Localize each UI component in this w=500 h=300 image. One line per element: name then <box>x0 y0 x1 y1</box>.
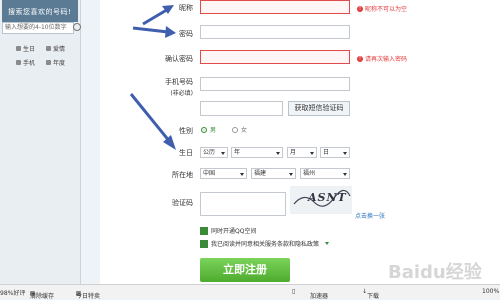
search-icon[interactable] <box>73 23 81 31</box>
sidebar-item-label: 爱情 <box>53 46 66 53</box>
chevron-down-icon[interactable] <box>325 242 330 245</box>
get-sms-code-button[interactable]: 获取短信验证码 <box>288 101 350 116</box>
phone-icon[interactable]: ▯ <box>292 288 295 295</box>
captcha-text: ASNT <box>308 191 347 204</box>
right-blank-area <box>400 0 500 284</box>
confirm-password-error-text: 请再次输入密码 <box>365 56 408 63</box>
sms-code-input[interactable] <box>200 101 283 116</box>
captcha-refresh-link[interactable]: 点击换一张 <box>355 211 385 220</box>
birth-day-select[interactable]: 日 <box>320 147 350 158</box>
password-input[interactable] <box>200 25 350 39</box>
annotation-arrow-password <box>132 26 176 38</box>
error-icon: ! <box>357 5 363 12</box>
nickname-error: ! 昵称不可以为空 <box>357 4 407 13</box>
zoom-level[interactable]: 100% <box>482 288 499 295</box>
gender-male-label: 男 <box>210 127 217 134</box>
today-sale-label: 今日特卖 <box>76 293 101 300</box>
birth-day-value: 日 <box>323 149 330 156</box>
sidebar-item-label: 手机 <box>23 60 36 67</box>
person-icon <box>16 46 21 51</box>
gender-male-option[interactable]: 男 <box>201 125 216 134</box>
calendar-type-select[interactable]: 公历 <box>200 147 228 158</box>
chevron-down-icon <box>289 173 293 176</box>
birth-month-select[interactable]: 月 <box>287 147 317 158</box>
sidebar-banner: 搜索您喜欢的号码! <box>2 0 78 22</box>
country-select[interactable]: 中国 <box>200 168 247 179</box>
chevron-down-icon <box>240 173 244 176</box>
nickname-input[interactable] <box>200 0 350 14</box>
chevron-down-icon <box>310 152 314 155</box>
sidebar-item-birthday[interactable]: 生日 <box>16 44 35 53</box>
captcha-label: 验证码 <box>172 199 193 207</box>
rating-text: 98%好评 <box>0 290 26 297</box>
open-qzone-label: 同时开通QQ空间 <box>211 228 257 235</box>
province-select[interactable]: 福建 <box>251 168 296 179</box>
location-label: 所在地 <box>172 171 193 179</box>
sidebar-item-label: 生日 <box>23 46 36 53</box>
sidebar-banner-text: 搜索您喜欢的号码! <box>8 8 72 16</box>
phone-label: 手机号码 <box>165 78 193 86</box>
confirm-password-label: 确认密码 <box>165 55 193 63</box>
download-button[interactable]: ↓ 下载 <box>362 288 379 300</box>
open-qzone-option[interactable]: 同时开通QQ空间 <box>200 226 256 235</box>
annotation-arrow-birthday <box>129 93 176 150</box>
chevron-down-icon <box>343 173 347 176</box>
checkbox-checked-icon <box>200 226 208 235</box>
sidebar-item-year[interactable]: 年度 <box>46 58 65 67</box>
gender-female-option[interactable]: 女 <box>232 125 247 134</box>
error-icon: ! <box>357 55 363 62</box>
birth-month-value: 月 <box>290 149 297 156</box>
clear-cache-label: 清除缓存 <box>30 293 55 300</box>
number-search-input[interactable]: 输入想要的4-10位数字 <box>2 22 74 34</box>
agree-terms-option[interactable]: 我已阅读并同意相关服务条款和隐私政策 <box>200 239 330 248</box>
sidebar <box>0 0 81 284</box>
download-label: 下载 <box>367 293 380 300</box>
gender-female-label: 女 <box>241 127 248 134</box>
chevron-down-icon <box>276 152 280 155</box>
province-value: 福建 <box>254 170 267 177</box>
heart-icon <box>46 46 51 51</box>
captcha-input[interactable] <box>200 192 286 216</box>
accelerator-label: 加速器 <box>310 293 329 300</box>
sidebar-item-label: 年度 <box>53 60 66 67</box>
radio-selected-icon <box>201 126 207 133</box>
confirm-password-error: ! 请再次输入密码 <box>357 54 407 63</box>
watermark: Baidu经验 <box>388 262 482 283</box>
chevron-down-icon <box>343 152 347 155</box>
nickname-error-text: 昵称不可以为空 <box>365 6 408 13</box>
calendar-icon <box>46 60 51 65</box>
checkbox-checked-icon <box>200 239 208 248</box>
city-select[interactable]: 福州 <box>300 168 350 179</box>
register-button[interactable]: 立即注册 <box>200 258 290 282</box>
city-value: 福州 <box>303 170 316 177</box>
chevron-down-icon <box>221 152 225 155</box>
phone-input[interactable] <box>200 77 350 91</box>
birth-year-select[interactable]: 年 <box>231 147 283 158</box>
birth-year-value: 年 <box>234 149 241 156</box>
agree-terms-label: 我已阅读并同意相关服务条款和隐私政策 <box>211 241 320 248</box>
sidebar-item-phone[interactable]: 手机 <box>16 58 35 67</box>
country-value: 中国 <box>203 170 216 177</box>
captcha-image[interactable]: ASNT <box>290 186 352 214</box>
sidebar-item-love[interactable]: 爱情 <box>46 44 65 53</box>
status-bar: 98%好评 清除缓存 今日特卖 ▯ 加速器 ↓ 下载 100% <box>0 284 500 300</box>
radio-empty-icon <box>232 126 238 133</box>
confirm-password-input[interactable] <box>200 50 350 64</box>
calendar-type-value: 公历 <box>203 149 216 156</box>
phone-icon <box>16 60 21 65</box>
